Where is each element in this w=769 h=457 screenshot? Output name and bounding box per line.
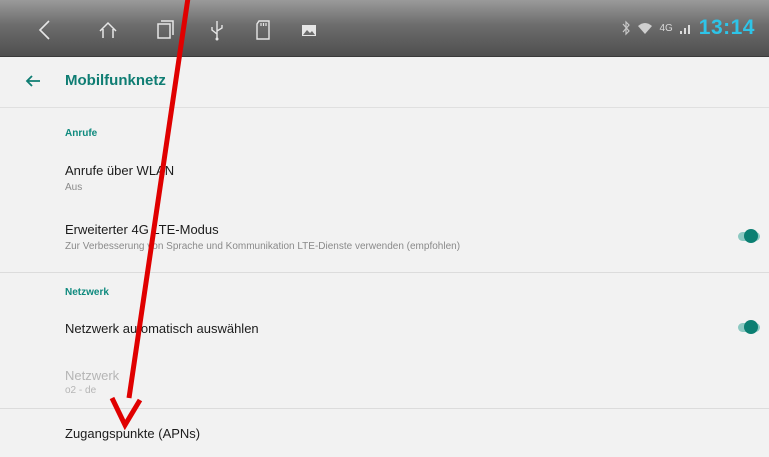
lte-mode-summary: Zur Verbesserung von Sprache und Kommuni…: [65, 241, 461, 252]
clock: 13:14: [698, 16, 755, 39]
wifi-icon: [638, 23, 653, 34]
recents-icon[interactable]: [153, 18, 177, 42]
divider: [0, 272, 769, 273]
network-summary: o2 - de: [65, 385, 97, 396]
section-header-network: Netzwerk: [65, 287, 109, 298]
status-bar: 4G 13:14: [0, 0, 769, 57]
status-indicators: 4G 13:14: [621, 14, 755, 42]
signal-icon: [679, 25, 690, 34]
bluetooth-icon: [622, 20, 631, 36]
page-title: Mobilfunknetz: [65, 72, 166, 89]
toggle-thumb: [744, 320, 758, 334]
sd-card-icon: [252, 18, 276, 42]
home-icon[interactable]: [96, 18, 120, 42]
lte-mode-title[interactable]: Erweiterter 4G LTE-Modus: [65, 222, 219, 237]
app-bar: Mobilfunknetz: [0, 57, 769, 108]
lte-mode-toggle[interactable]: [738, 226, 762, 246]
section-header-calls: Anrufe: [65, 128, 98, 139]
toggle-thumb: [744, 229, 758, 243]
auto-select-title[interactable]: Netzwerk automatisch auswählen: [65, 321, 259, 336]
wifi-calling-title[interactable]: Anrufe über WLAN: [65, 163, 174, 178]
apn-title[interactable]: Zugangspunkte (APNs): [65, 426, 200, 441]
back-arrow-icon[interactable]: [22, 70, 44, 92]
wifi-calling-summary: Aus: [65, 182, 83, 193]
image-icon: [297, 18, 321, 42]
usb-icon: [205, 18, 229, 42]
auto-select-toggle[interactable]: [738, 317, 762, 337]
divider: [0, 408, 769, 409]
network-type: 4G: [659, 22, 673, 34]
network-title: Netzwerk: [65, 368, 120, 383]
back-icon[interactable]: [34, 18, 58, 42]
